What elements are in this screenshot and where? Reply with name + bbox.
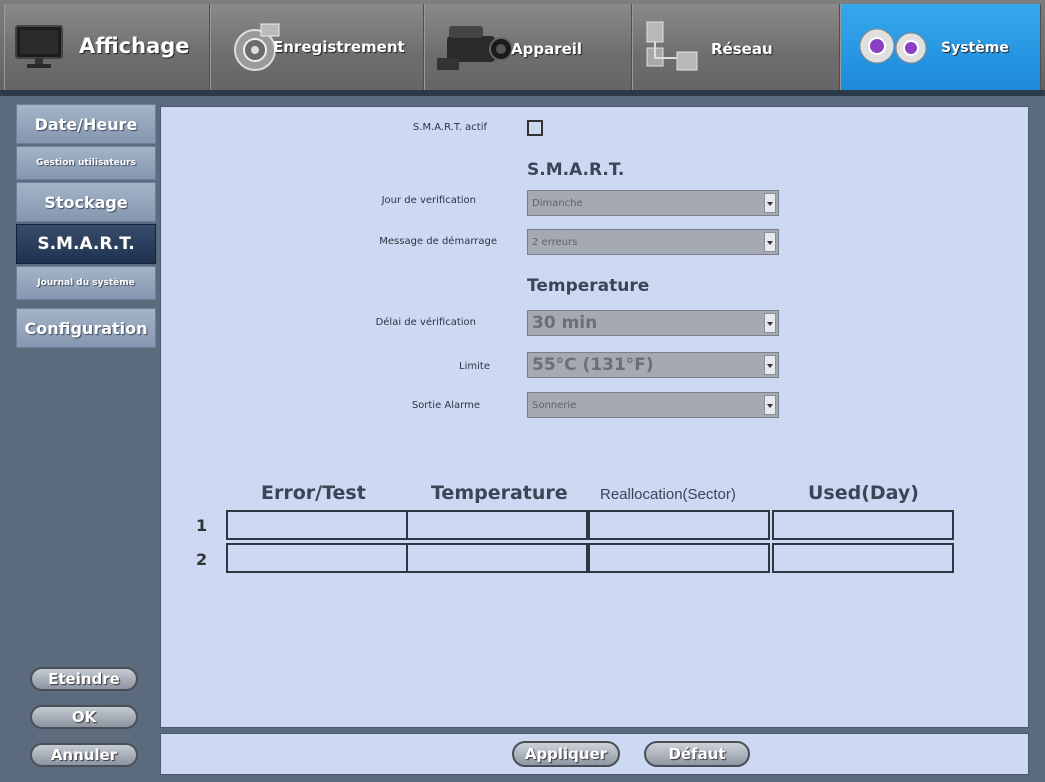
cancel-label: Annuler — [50, 746, 118, 764]
alarm-output-label: Sortie Alarme — [411, 400, 480, 411]
tab-label: Système — [941, 40, 1009, 56]
camera-icon — [437, 26, 513, 70]
column-header-temperature: Temperature — [431, 482, 568, 504]
chevron-down-icon[interactable] — [764, 395, 776, 415]
column-header-used-day: Used(Day) — [808, 482, 919, 504]
check-delay-select[interactable]: 30 min — [527, 310, 779, 336]
chevron-down-icon[interactable] — [764, 193, 776, 213]
sidebar-item-label: Journal du système — [37, 278, 135, 288]
top-tab-bar: Affichage Enregistrement Appareil Réseau — [0, 0, 1045, 92]
check-day-label: Jour de verification — [381, 195, 476, 206]
table-cell-reallocation — [588, 510, 770, 540]
cancel-button[interactable]: Annuler — [30, 743, 138, 767]
limit-select[interactable]: 55°C (131°F) — [527, 352, 779, 378]
table-cell-error-test — [226, 543, 408, 573]
tab-systeme[interactable]: Système — [840, 4, 1041, 90]
alarm-output-select[interactable]: Sonnerie — [527, 392, 779, 418]
table-cell-temperature — [406, 543, 588, 573]
alarm-output-value: Sonnerie — [532, 399, 577, 411]
check-day-value: Dimanche — [532, 197, 583, 209]
startup-message-value: 2 erreurs — [532, 236, 578, 248]
gears-icon — [859, 28, 927, 64]
sidebar-item-date-heure[interactable]: Date/Heure — [16, 104, 156, 144]
sidebar-item-stockage[interactable]: Stockage — [16, 182, 156, 222]
smart-active-checkbox[interactable] — [527, 120, 543, 136]
sidebar-item-label: Configuration — [24, 318, 148, 338]
tab-label: Affichage — [79, 34, 190, 58]
sidebar-item-label: Date/Heure — [34, 114, 138, 134]
sidebar-item-smart[interactable]: S.M.A.R.T. — [16, 224, 156, 264]
sidebar-item-journal-systeme[interactable]: Journal du système — [16, 266, 156, 300]
table-cell-error-test — [226, 510, 408, 540]
sidebar-item-configuration[interactable]: Configuration — [16, 308, 156, 348]
sidebar-item-label: S.M.A.R.T. — [37, 234, 135, 254]
sidebar-item-gestion-utilisateurs[interactable]: Gestion utilisateurs — [16, 146, 156, 180]
chevron-down-icon[interactable] — [764, 232, 776, 252]
tab-label: Réseau — [711, 40, 773, 58]
limit-value: 55°C (131°F) — [532, 355, 654, 375]
tab-affichage[interactable]: Affichage — [4, 4, 210, 90]
smart-active-label: S.M.A.R.T. actif — [412, 122, 487, 133]
sidebar-item-label: Gestion utilisateurs — [36, 158, 136, 168]
tab-reseau[interactable]: Réseau — [632, 4, 840, 90]
ok-button[interactable]: OK — [30, 705, 138, 729]
default-label: Défaut — [668, 745, 726, 763]
row-number: 1 — [196, 516, 208, 535]
check-day-select[interactable]: Dimanche — [527, 190, 779, 216]
tab-label: Appareil — [511, 40, 583, 58]
row-number: 2 — [196, 550, 208, 569]
apply-label: Appliquer — [524, 745, 608, 763]
ok-label: OK — [71, 708, 97, 726]
network-icon — [646, 21, 698, 71]
apply-button[interactable]: Appliquer — [512, 741, 620, 767]
tab-label: Enregistrement — [273, 38, 405, 56]
check-delay-value: 30 min — [532, 313, 598, 333]
chevron-down-icon[interactable] — [764, 355, 776, 375]
startup-message-label: Message de démarrage — [379, 236, 497, 247]
table-cell-reallocation — [588, 543, 770, 573]
limit-label: Limite — [459, 361, 490, 372]
top-divider — [0, 90, 1045, 96]
table-cell-used-day — [772, 510, 954, 540]
default-button[interactable]: Défaut — [644, 741, 750, 767]
temperature-section-title: Temperature — [527, 276, 650, 296]
table-cell-temperature — [406, 510, 588, 540]
table-cell-used-day — [772, 543, 954, 573]
shutdown-button[interactable]: Eteindre — [30, 667, 138, 691]
shutdown-label: Eteindre — [48, 670, 120, 688]
tab-appareil[interactable]: Appareil — [424, 4, 632, 90]
monitor-icon — [15, 25, 63, 68]
smart-section-title: S.M.A.R.T. — [527, 160, 625, 180]
check-delay-label: Délai de vérification — [375, 317, 476, 328]
column-header-reallocation: Reallocation(Sector) — [600, 486, 736, 503]
column-header-error-test: Error/Test — [261, 482, 366, 504]
chevron-down-icon[interactable] — [764, 313, 776, 333]
sidebar-item-label: Stockage — [44, 192, 128, 212]
startup-message-select[interactable]: 2 erreurs — [527, 229, 779, 255]
tab-enregistrement[interactable]: Enregistrement — [210, 4, 424, 90]
